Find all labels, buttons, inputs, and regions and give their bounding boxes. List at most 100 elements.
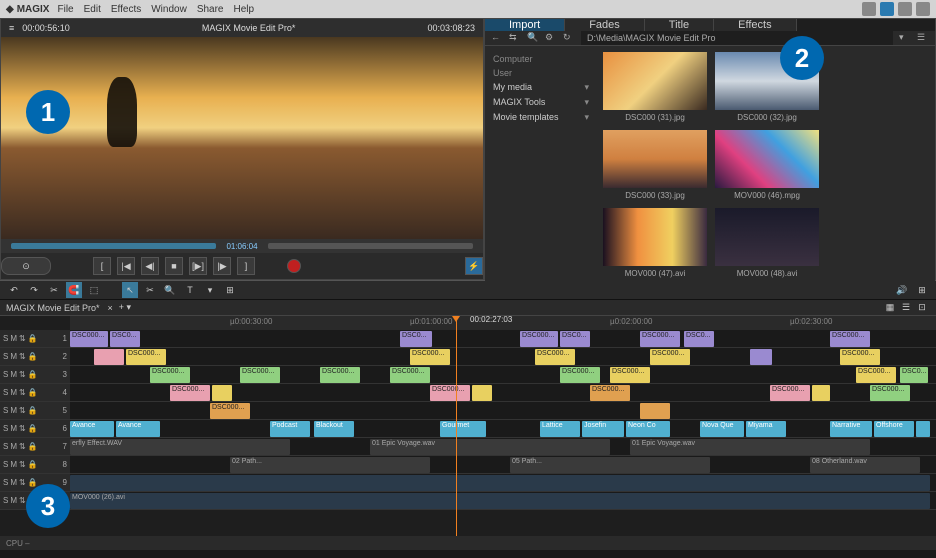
menu-help[interactable]: Help (234, 4, 255, 15)
track-content[interactable]: DSC000...DSC000...DSC000...DSC000...DSC0… (70, 348, 936, 365)
prev-frame-button[interactable]: ◀| (141, 257, 159, 275)
track-content[interactable]: DSC000... DSC000... DSC000... DSC000... DSC0… (70, 366, 936, 383)
clip[interactable]: DSC000... (590, 385, 630, 401)
menu-edit[interactable]: Edit (84, 4, 101, 15)
clip[interactable]: DSC000... (390, 367, 430, 383)
track-header[interactable]: SM⇅🔒7 (0, 438, 70, 455)
track-header[interactable]: SM⇅🔒3 (0, 366, 70, 383)
clip[interactable]: MOV000 (26).avi (70, 493, 930, 509)
storyboard-view-icon[interactable]: ▦ (882, 300, 898, 316)
track-content[interactable] (70, 474, 936, 491)
clip[interactable]: DSC000... (535, 349, 575, 365)
clip[interactable]: DSC000... (150, 367, 190, 383)
clip[interactable]: Lattice (540, 421, 580, 437)
tree-item[interactable]: Computer (489, 52, 593, 66)
clip[interactable]: Nova Que (700, 421, 744, 437)
overview-icon[interactable]: ⊡ (914, 300, 930, 316)
tab-import[interactable]: Import (485, 19, 565, 31)
mark-out-button[interactable]: ] (237, 257, 255, 275)
tree-item[interactable]: User (489, 66, 593, 80)
clip[interactable]: DSC000... (126, 349, 166, 365)
track-header[interactable]: SM⇅🔒5 (0, 402, 70, 419)
next-frame-button[interactable]: |▶ (213, 257, 231, 275)
tab-effects[interactable]: Effects (714, 19, 796, 31)
undo-button[interactable]: ↶ (6, 282, 22, 298)
clip[interactable]: Miyama (746, 421, 786, 437)
track-content[interactable]: DSC000... (70, 402, 936, 419)
cloud-icon[interactable] (862, 2, 876, 16)
clip[interactable]: DSC000... (830, 331, 870, 347)
clip[interactable] (750, 349, 772, 365)
stop-button[interactable]: ■ (165, 257, 183, 275)
list-icon[interactable]: ☰ (917, 32, 929, 44)
track-header[interactable]: SM⇅🔒8 (0, 456, 70, 473)
track-content[interactable]: DSC000...DSC000...DSC000...DSC000...DSC0… (70, 384, 936, 401)
clip[interactable]: DSC0... (560, 331, 590, 347)
clip[interactable] (812, 385, 830, 401)
mark-in-button[interactable]: [ (93, 257, 111, 275)
track-header[interactable]: SM⇅🔒1 (0, 330, 70, 347)
clip[interactable]: DSC000... (640, 331, 680, 347)
clip[interactable]: 02 Path... (230, 457, 430, 473)
clip[interactable]: DSC000... (870, 385, 910, 401)
timeline-view-icon[interactable]: ☰ (898, 300, 914, 316)
track-content[interactable]: MOV000 (26).avi (70, 492, 936, 509)
track-header[interactable]: SM⇅🔒6 (0, 420, 70, 437)
clip[interactable]: DSC000... (560, 367, 600, 383)
refresh-icon[interactable]: ↻ (563, 32, 575, 44)
clip[interactable] (472, 385, 492, 401)
clip[interactable]: DSC000... (840, 349, 880, 365)
upload-icon[interactable] (898, 2, 912, 16)
scrub-bar[interactable]: 01:06:04 (1, 239, 483, 253)
clip[interactable]: DSC000... (430, 385, 470, 401)
clip[interactable]: 01 Epic Voyage.wav (370, 439, 610, 455)
clip[interactable] (640, 403, 670, 419)
clip[interactable] (70, 475, 930, 491)
user-icon[interactable] (880, 2, 894, 16)
track-content[interactable]: erfly Effect.WAV 01 Epic Voyage.wav 01 Epi… (70, 438, 936, 455)
clip[interactable]: Avance (116, 421, 160, 437)
clip[interactable]: DSC000... (210, 403, 250, 419)
track-content[interactable]: AvanceAvancePodcastBlackoutGourmetLattic… (70, 420, 936, 437)
clip[interactable]: DSC000... (320, 367, 360, 383)
view-mode-icon[interactable]: ⊞ (914, 282, 930, 298)
track-header[interactable]: SM⇅🔒4 (0, 384, 70, 401)
menu-icon[interactable]: ≡ (9, 23, 14, 33)
clip[interactable] (94, 349, 124, 365)
media-thumb[interactable]: DSC000 (33).jpg (603, 130, 707, 200)
media-thumb[interactable]: MOV000 (46).mpg (715, 130, 819, 200)
clip[interactable]: DSC000... (410, 349, 450, 365)
media-thumb[interactable]: MOV000 (48).avi (715, 208, 819, 278)
track-content[interactable]: DSC000...DSC0...DSC0...DSC000...DSC0...D… (70, 330, 936, 347)
jog-dial[interactable]: ⊙ (1, 257, 51, 275)
menu-effects[interactable]: Effects (111, 4, 141, 15)
menu-file[interactable]: File (57, 4, 73, 15)
goto-start-button[interactable]: |◀ (117, 257, 135, 275)
clip[interactable]: DSC000... (520, 331, 558, 347)
clip[interactable]: 05 Path... (510, 457, 710, 473)
clip[interactable]: Offshore (874, 421, 914, 437)
audio-icon[interactable]: 🔊 (894, 282, 910, 298)
clip[interactable]: Avance (70, 421, 114, 437)
tree-item[interactable]: My media▾ (489, 80, 593, 95)
clip[interactable]: 01 Epic Voyage.wav (630, 439, 870, 455)
clip[interactable]: DSC000... (856, 367, 896, 383)
title-tool[interactable]: T (182, 282, 198, 298)
clip[interactable]: DSC000... (170, 385, 210, 401)
pointer-tool[interactable]: ↖ (122, 282, 138, 298)
forward-icon[interactable]: ⇆ (509, 32, 521, 44)
add-tab-icon[interactable]: + ▾ (119, 302, 131, 313)
close-tab-icon[interactable]: × (108, 303, 113, 313)
clip[interactable]: erfly Effect.WAV (70, 439, 290, 455)
gear-icon[interactable]: ⚙ (545, 32, 557, 44)
track-content[interactable]: 02 Path...05 Path...08 Otherland.wav (70, 456, 936, 473)
tool-button[interactable]: ⬚ (86, 282, 102, 298)
path-field[interactable]: D:\Media\MAGIX Movie Edit Pro (581, 31, 893, 45)
search-icon[interactable]: 🔍 (527, 32, 539, 44)
tree-item[interactable]: Movie templates▾ (489, 110, 593, 125)
time-ruler[interactable]: µ0:00:30:00 µ0:01:00:00 00:02:27:03 µ0:0… (70, 316, 936, 330)
back-icon[interactable]: ← (491, 32, 503, 44)
tree-item[interactable]: MAGIX Tools▾ (489, 95, 593, 110)
razor-tool[interactable]: ✂ (142, 282, 158, 298)
project-tab[interactable]: MAGIX Movie Edit Pro* (6, 303, 100, 313)
